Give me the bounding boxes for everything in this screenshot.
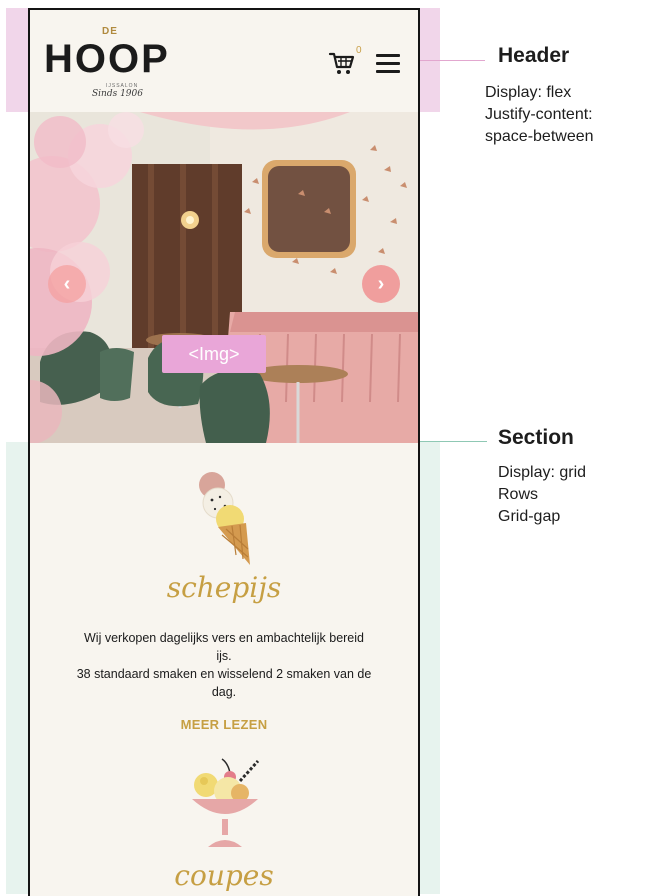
site-logo[interactable]: DE HOOP IJSSALON Sinds 1906 [44, 17, 179, 105]
description-line: ijs. [216, 649, 232, 663]
site-header: DE HOOP IJSSALON Sinds 1906 0 [30, 10, 418, 112]
section-connector-line [419, 441, 487, 442]
hamburger-menu-icon[interactable] [376, 53, 400, 73]
category-description: Wij verkopen dagelijks vers en ambachtel… [44, 629, 404, 701]
chevron-left-icon: ‹ [63, 272, 71, 295]
shopping-cart-icon [328, 52, 355, 74]
category-title-coupes: coupes [174, 859, 274, 892]
image-placeholder-tag: <Img> [162, 335, 266, 373]
product-section: schepijs Wij verkopen dagelijks vers en … [30, 443, 418, 896]
section-annotation-title: Section [498, 426, 574, 449]
header-actions: 0 [328, 45, 400, 77]
cart-count-badge: 0 [356, 45, 362, 56]
logo-de-text: DE [102, 26, 118, 37]
description-line: dag. [211, 685, 237, 699]
section-annotation-line: Grid-gap [498, 508, 561, 525]
header-connector-line [419, 60, 485, 61]
category-title-schepijs: schepijs [166, 571, 282, 604]
cafe-interior-photo [30, 112, 418, 443]
header-annotation-line: Justify-content: [485, 106, 593, 123]
header-annotation-line: Display: flex [485, 84, 572, 101]
ice-cream-cone-icon [199, 472, 250, 565]
carousel-prev-button[interactable]: ‹ [48, 265, 86, 303]
description-line: 38 standaard smaken en wisselend 2 smake… [76, 667, 372, 681]
phone-frame: DE HOOP IJSSALON Sinds 1906 0 <Img> ‹ › … [28, 8, 420, 896]
read-more-link[interactable]: MEER LEZEN [30, 717, 418, 732]
coupe-sundae-icon [192, 758, 260, 847]
section-annotation-line: Rows [498, 486, 539, 503]
header-annotation-title: Header [498, 44, 570, 67]
description-line: Wij verkopen dagelijks vers en ambachtel… [84, 631, 364, 645]
logo-since-text: Sinds 1906 [92, 89, 143, 99]
hero-image-carousel: <Img> ‹ › [30, 112, 418, 443]
cart-button[interactable]: 0 [328, 45, 362, 77]
logo-hoop-text: HOOP [44, 37, 170, 81]
chevron-right-icon: › [377, 272, 385, 295]
section-annotation-line: Display: grid [498, 464, 587, 481]
header-annotation-line: space-between [485, 128, 594, 145]
carousel-next-button[interactable]: › [362, 265, 400, 303]
